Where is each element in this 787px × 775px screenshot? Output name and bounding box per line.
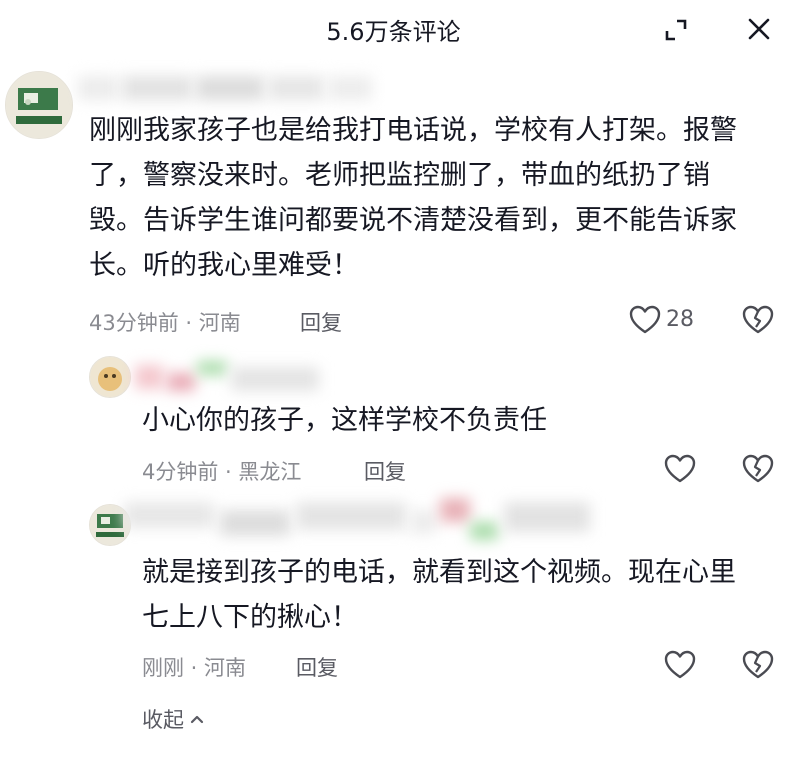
like-button[interactable] bbox=[627, 303, 663, 337]
reply-text: 小心你的孩子，这样学校不负责任 bbox=[142, 405, 547, 436]
reply-username-blurred[interactable] bbox=[135, 361, 325, 395]
broken-heart-icon bbox=[742, 305, 774, 334]
broken-heart-icon bbox=[742, 454, 774, 483]
reply-button[interactable]: 回复 bbox=[300, 307, 342, 337]
dislike-button[interactable] bbox=[740, 648, 776, 682]
expand-icon[interactable] bbox=[660, 14, 692, 46]
username-blurred[interactable] bbox=[78, 74, 378, 102]
close-icon[interactable] bbox=[742, 12, 776, 46]
reply-button[interactable]: 回复 bbox=[296, 652, 338, 682]
reply-line: 就是接到孩子的电话，就看到这个视频。现在心里 bbox=[142, 557, 736, 588]
like-button[interactable] bbox=[662, 452, 698, 486]
heart-icon bbox=[629, 305, 661, 334]
reply-line: 七上八下的揪心！ bbox=[142, 602, 358, 633]
reply-meta: 4分钟前 · 黑龙江 bbox=[142, 460, 302, 484]
heart-icon bbox=[664, 650, 696, 679]
comment-line: 了，警察没来时。老师把监控删了，带血的纸扔了销 bbox=[89, 160, 710, 191]
comment-line: 刚刚我家孩子也是给我打电话说，学校有人打架。报警 bbox=[89, 115, 737, 146]
reply-username-blurred[interactable] bbox=[124, 496, 594, 544]
reply-button[interactable]: 回复 bbox=[364, 456, 406, 486]
collapse-label: 收起 bbox=[142, 708, 184, 732]
reply-meta: 刚刚 · 河南 bbox=[142, 656, 247, 680]
like-button[interactable] bbox=[662, 648, 698, 682]
comment-text: 刚刚我家孩子也是给我打电话说，学校有人打架。报警 了，警察没来时。老师把监控删了… bbox=[89, 108, 779, 288]
dislike-button[interactable] bbox=[740, 452, 776, 486]
reply-text: 就是接到孩子的电话，就看到这个视频。现在心里 七上八下的揪心！ bbox=[142, 550, 782, 640]
collapse-replies-button[interactable]: 收起 bbox=[142, 704, 204, 734]
comment-line: 长。听的我心里难受！ bbox=[89, 250, 359, 281]
heart-icon bbox=[664, 454, 696, 483]
comment-line: 毁。告诉学生谁问都要说不清楚没看到，更不能告诉家 bbox=[89, 205, 737, 236]
avatar[interactable] bbox=[5, 71, 73, 139]
comment-meta: 43分钟前 · 河南 bbox=[89, 311, 241, 335]
reply-avatar[interactable] bbox=[89, 356, 131, 398]
broken-heart-icon bbox=[742, 650, 774, 679]
avatar-image bbox=[90, 357, 130, 397]
dislike-button[interactable] bbox=[740, 303, 776, 337]
chevron-up-icon bbox=[190, 714, 204, 724]
like-count: 28 bbox=[666, 307, 694, 332]
avatar-image bbox=[6, 72, 72, 138]
